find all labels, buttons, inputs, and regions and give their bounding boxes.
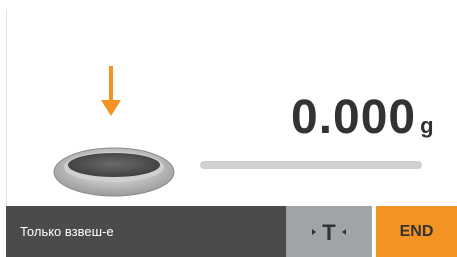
weighing-pan-icon — [53, 147, 175, 197]
capacity-bar — [200, 161, 422, 169]
tare-label: T — [322, 220, 336, 245]
tare-icon: T — [312, 220, 346, 245]
weight-value: 0.000 — [291, 91, 417, 144]
weighing-mode-label[interactable]: Только взвеш-е — [6, 206, 286, 257]
status-bar: Только взвеш-е T END — [6, 206, 457, 257]
weight-readout: 0.000 g — [291, 90, 434, 150]
tare-button[interactable]: T — [286, 206, 372, 257]
down-arrow-icon — [101, 66, 121, 116]
weight-unit: g — [420, 113, 434, 138]
end-button[interactable]: END — [376, 206, 457, 257]
